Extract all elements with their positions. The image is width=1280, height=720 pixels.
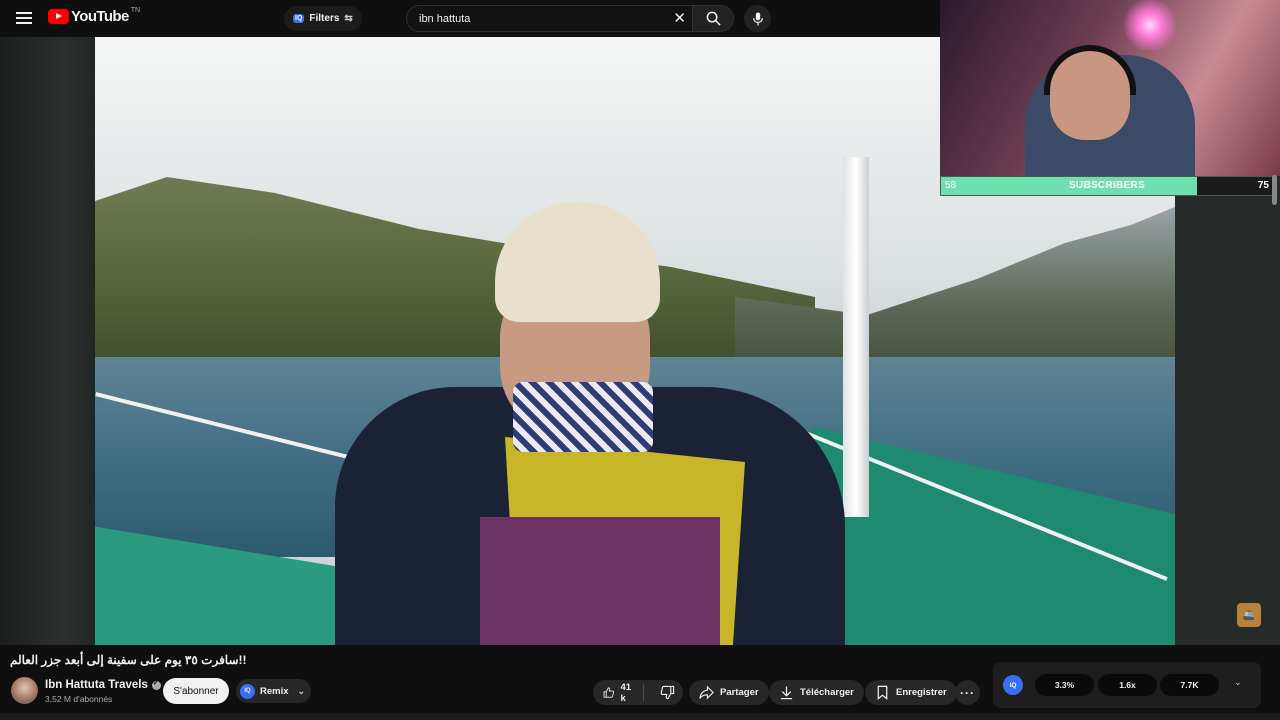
clear-icon[interactable]: ✕ bbox=[673, 11, 686, 26]
download-label: Télécharger bbox=[800, 687, 854, 698]
webcam-light-decoration bbox=[1120, 0, 1180, 50]
top-bar: YouTube TN IQ Filters ⇆ ✕ bbox=[0, 0, 940, 37]
stat-pill-engagement[interactable]: 3.3% bbox=[1035, 674, 1094, 696]
subscriber-goal-label: SUBSCRIBERS bbox=[1068, 180, 1146, 191]
filters-iq-badge: IQ bbox=[293, 14, 305, 23]
thumbs-down-icon bbox=[660, 685, 674, 700]
channel-name-text: Ibn Hattuta Travels bbox=[45, 679, 148, 691]
remix-iq-icon: IQ bbox=[240, 683, 255, 699]
like-dislike-group: 41 k bbox=[593, 680, 683, 705]
search-button[interactable] bbox=[692, 5, 734, 32]
remix-label: Remix bbox=[260, 685, 289, 697]
search-input[interactable] bbox=[419, 12, 659, 25]
streamer-webcam bbox=[940, 0, 1280, 176]
filters-button[interactable]: IQ Filters ⇆ bbox=[284, 6, 362, 31]
voice-search-button[interactable] bbox=[744, 5, 771, 32]
logo-text: YouTube bbox=[71, 8, 129, 25]
share-button[interactable]: Partager bbox=[689, 680, 769, 705]
channel-subscriber-count: 3,52 M d'abonnés bbox=[45, 694, 113, 704]
save-label: Enregistrer bbox=[896, 687, 947, 698]
share-icon bbox=[699, 685, 714, 700]
logo-country-code: TN bbox=[130, 7, 141, 14]
dislike-button[interactable] bbox=[650, 685, 685, 700]
like-count: 41 k bbox=[620, 681, 632, 704]
stats-iq-icon[interactable]: IQ bbox=[1003, 675, 1023, 695]
video-frame-person-scarf bbox=[513, 382, 653, 452]
subscriber-goal-max: 75 bbox=[1257, 180, 1269, 191]
subscribe-button[interactable]: S'abonner bbox=[163, 678, 229, 704]
like-button[interactable]: 41 k bbox=[593, 681, 644, 704]
subscriber-goal-bar: SUBSCRIBERS 58 75 bbox=[940, 176, 1274, 196]
channel-watermark-icon[interactable]: 🚢 bbox=[1237, 603, 1261, 627]
chevron-down-icon: ⌄ bbox=[297, 685, 306, 696]
channel-avatar[interactable] bbox=[11, 677, 38, 704]
youtube-logo[interactable]: YouTube TN bbox=[48, 7, 141, 25]
video-frame-ship-mast bbox=[843, 157, 869, 517]
headphones-icon bbox=[1044, 45, 1136, 95]
video-frame-jacket-purple bbox=[480, 517, 720, 645]
bookmark-icon bbox=[877, 685, 888, 700]
download-button[interactable]: Télécharger bbox=[769, 680, 864, 705]
filters-label: Filters bbox=[309, 13, 340, 24]
microphone-icon bbox=[752, 11, 763, 26]
download-icon bbox=[780, 686, 793, 700]
stat-pill-multiplier[interactable]: 1.6x bbox=[1098, 674, 1157, 696]
remix-button[interactable]: IQ Remix ⌄ bbox=[236, 679, 312, 703]
save-button[interactable]: Enregistrer bbox=[865, 680, 957, 705]
thumbs-up-icon bbox=[603, 687, 614, 698]
tune-icon: ⇆ bbox=[344, 13, 353, 24]
youtube-play-icon bbox=[48, 9, 69, 24]
stats-panel: IQ 3.3% 1.6x 7.7K ⌄ bbox=[993, 662, 1261, 708]
stat-pill-views[interactable]: 7.7K bbox=[1160, 674, 1219, 696]
chevron-down-icon[interactable]: ⌄ bbox=[1234, 677, 1242, 688]
more-dots-icon: ··· bbox=[960, 685, 975, 700]
page-scrollbar[interactable] bbox=[1272, 175, 1277, 205]
menu-icon[interactable] bbox=[14, 9, 34, 29]
search-icon bbox=[706, 11, 721, 26]
share-label: Partager bbox=[720, 687, 759, 698]
search-box: ✕ bbox=[406, 5, 693, 32]
subscriber-goal-min: 58 bbox=[945, 180, 957, 191]
channel-name[interactable]: Ibn Hattuta Travels bbox=[45, 679, 161, 691]
more-actions-button[interactable]: ··· bbox=[955, 680, 980, 705]
verified-icon bbox=[151, 679, 161, 690]
bottom-strip bbox=[0, 713, 1280, 720]
video-title: !!سافرت ٣٥ يوم على سفينة إلى أبعد جزر ال… bbox=[10, 653, 247, 667]
